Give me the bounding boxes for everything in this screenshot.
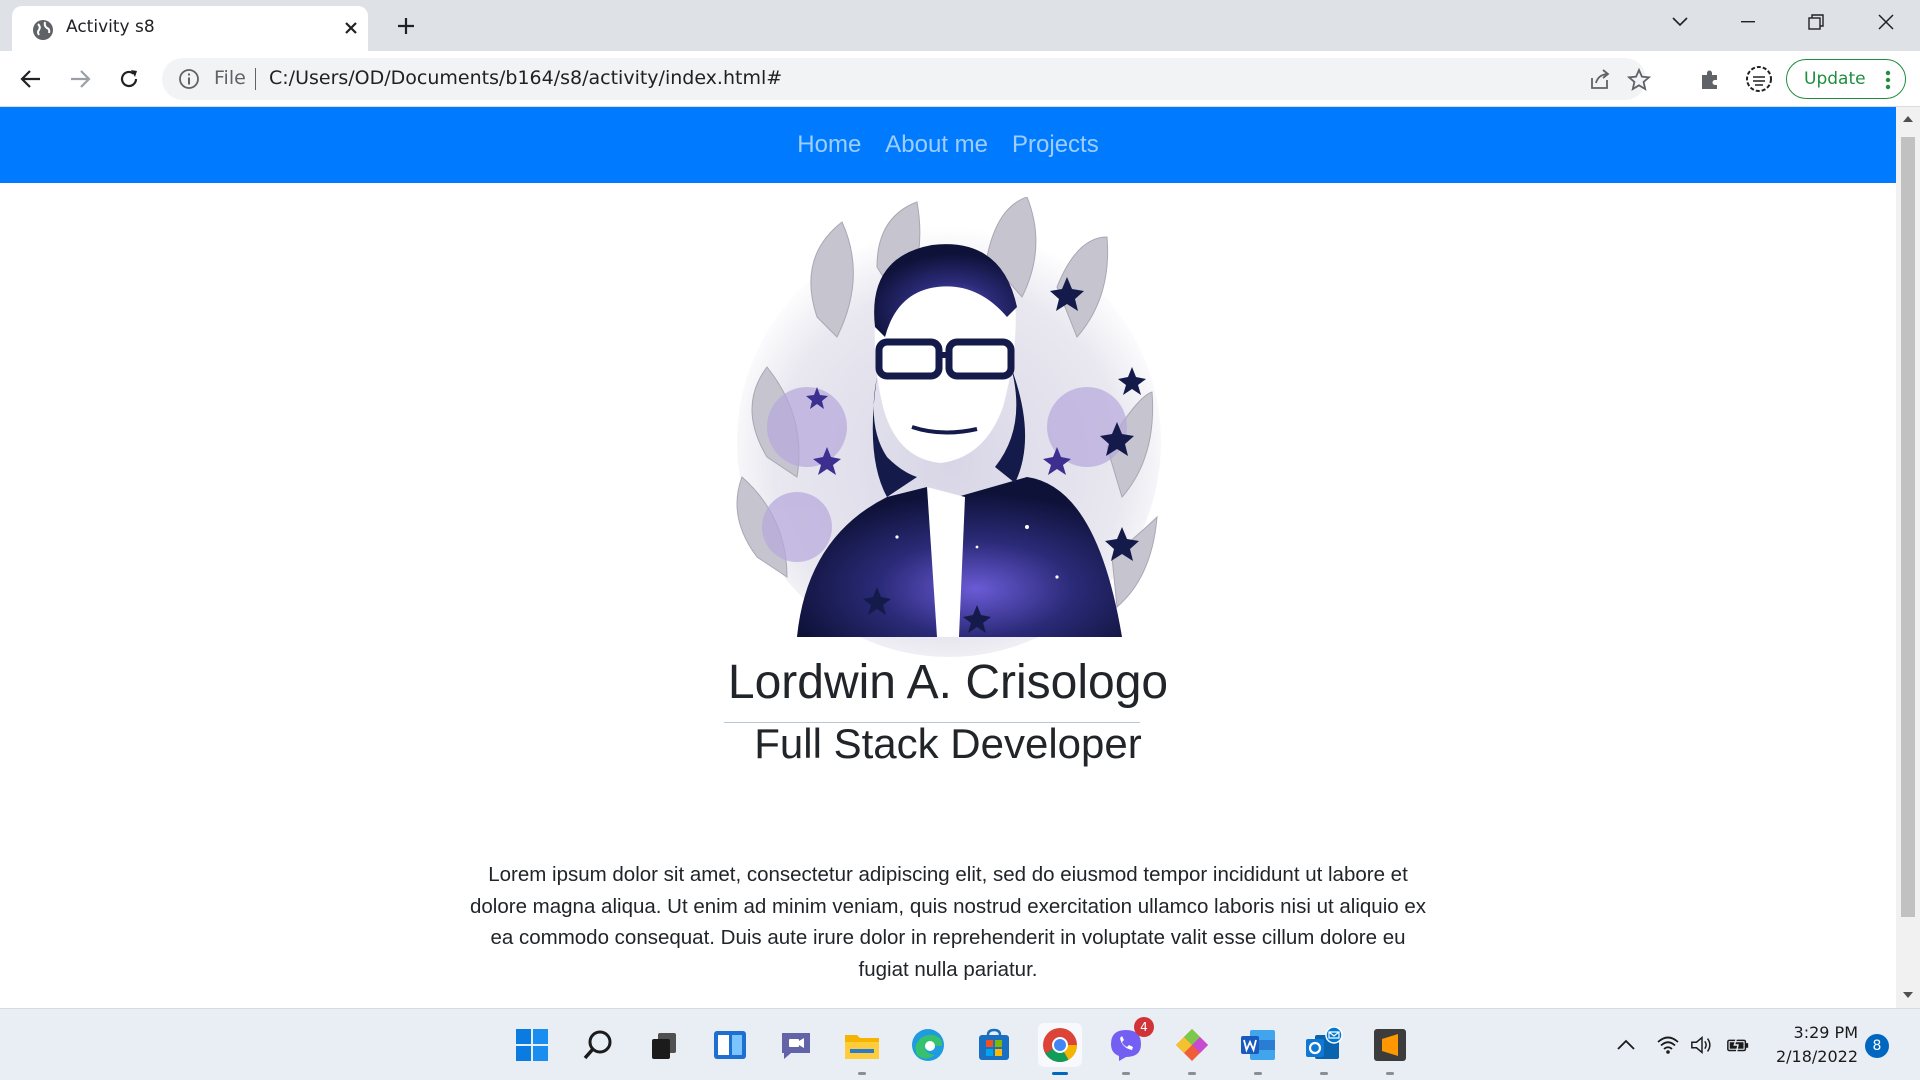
microsoft-store-icon[interactable]: [972, 1023, 1016, 1067]
clock-date[interactable]: 2/18/2022: [1760, 1047, 1858, 1066]
nav-link-about-me[interactable]: About me: [885, 131, 988, 159]
profile-avatar-icon[interactable]: [1745, 65, 1773, 93]
git-client-icon[interactable]: [1170, 1023, 1214, 1075]
close-tab-icon[interactable]: [338, 15, 364, 41]
page-viewport: Home About me Projects Lordwin A. Crisol…: [0, 107, 1896, 1008]
forward-arrow-icon[interactable]: [65, 64, 95, 94]
scroll-down-arrow-icon[interactable]: [1903, 991, 1913, 999]
nav-link-home[interactable]: Home: [797, 131, 861, 159]
running-indicator: [1122, 1072, 1130, 1075]
update-label: Update: [1804, 69, 1866, 89]
extensions-puzzle-icon[interactable]: [1696, 65, 1724, 93]
notification-count-badge[interactable]: 8: [1865, 1034, 1889, 1058]
share-icon[interactable]: [1588, 68, 1612, 92]
new-tab-button[interactable]: [392, 12, 420, 40]
address-bar[interactable]: File C:/Users/OD/Documents/b164/s8/activ…: [162, 58, 1651, 100]
running-indicator: [858, 1072, 866, 1075]
start-menu-icon[interactable]: [510, 1023, 554, 1067]
running-indicator: [1188, 1072, 1196, 1075]
reload-icon[interactable]: [114, 64, 144, 94]
clock-time[interactable]: 3:29 PM: [1778, 1023, 1858, 1042]
restore-icon[interactable]: [1796, 8, 1836, 36]
back-arrow-icon[interactable]: [16, 64, 46, 94]
tab-title: Activity s8: [66, 17, 155, 37]
file-explorer-icon[interactable]: [840, 1023, 884, 1075]
teams-chat-icon[interactable]: [774, 1023, 818, 1067]
profile-name: Lordwin A. Crisologo: [727, 656, 1169, 709]
profile-portrait-image: [736, 197, 1161, 657]
search-icon[interactable]: [576, 1023, 620, 1067]
page-scrollbar[interactable]: [1896, 107, 1920, 1008]
about-paragraph: Lorem ipsum dolor sit amet, consectetur …: [470, 863, 1427, 981]
word-icon[interactable]: [1236, 1023, 1280, 1075]
windows-taskbar: 4 3:29 PM 2/18/2022 8: [0, 1008, 1920, 1080]
volume-icon[interactable]: [1690, 1033, 1714, 1057]
profile-role: Full Stack Developer: [754, 720, 1142, 767]
active-indicator: [1052, 1072, 1068, 1075]
viber-badge: 4: [1134, 1017, 1154, 1037]
sublime-text-icon[interactable]: [1368, 1023, 1412, 1075]
nav-links: Home About me Projects: [0, 107, 1896, 183]
chevron-up-icon[interactable]: [1614, 1033, 1638, 1057]
outlook-icon[interactable]: [1302, 1023, 1346, 1075]
browser-toolbar: File C:/Users/OD/Documents/b164/s8/activ…: [0, 51, 1920, 107]
close-window-icon[interactable]: [1866, 8, 1906, 36]
scrollbar-thumb[interactable]: [1901, 137, 1915, 917]
task-view-icon[interactable]: [642, 1023, 686, 1067]
browser-tab-active[interactable]: Activity s8: [12, 6, 368, 51]
tab-search-icon[interactable]: [1660, 8, 1700, 36]
menu-dots-icon[interactable]: [1885, 70, 1891, 90]
edge-browser-icon[interactable]: [906, 1023, 950, 1067]
widgets-icon[interactable]: [708, 1023, 752, 1067]
address-scheme-label: File: [214, 67, 246, 89]
info-icon[interactable]: [178, 68, 200, 90]
wifi-icon[interactable]: [1656, 1033, 1680, 1057]
running-indicator: [1254, 1072, 1262, 1075]
bookmark-star-icon[interactable]: [1627, 68, 1651, 92]
address-divider: [255, 68, 256, 90]
globe-icon: [33, 20, 53, 40]
scroll-up-arrow-icon[interactable]: [1903, 115, 1913, 123]
running-indicator: [1386, 1072, 1394, 1075]
battery-icon[interactable]: [1726, 1033, 1750, 1057]
nav-link-projects[interactable]: Projects: [1012, 131, 1099, 159]
chrome-browser-icon[interactable]: [1038, 1023, 1082, 1075]
running-indicator: [1320, 1072, 1328, 1075]
viber-icon[interactable]: 4: [1104, 1017, 1154, 1075]
site-navbar: Home About me Projects: [0, 107, 1896, 183]
update-button[interactable]: Update: [1786, 59, 1906, 99]
tab-strip: Activity s8: [0, 0, 1920, 51]
minimize-icon[interactable]: [1728, 8, 1768, 36]
address-url[interactable]: C:/Users/OD/Documents/b164/s8/activity/i…: [269, 67, 782, 89]
